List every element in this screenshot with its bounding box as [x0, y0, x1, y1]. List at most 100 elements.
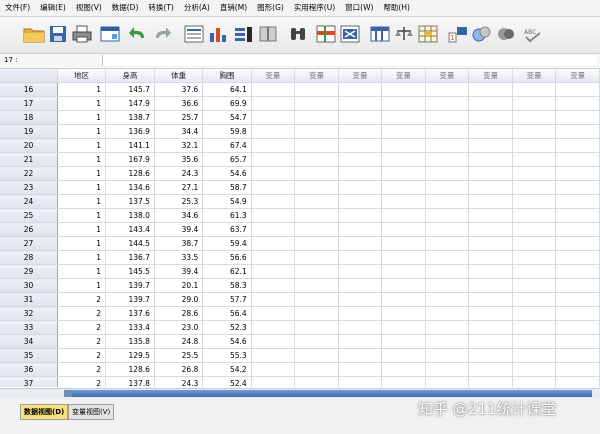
row-header[interactable]: 18 — [0, 110, 59, 125]
empty-cell[interactable] — [381, 320, 426, 335]
empty-cell[interactable] — [381, 278, 426, 293]
empty-cell[interactable] — [512, 250, 557, 265]
data-cell[interactable]: 1 — [57, 250, 106, 265]
row-header[interactable]: 37 — [0, 376, 59, 387]
empty-cell[interactable] — [425, 348, 470, 363]
show-all-variables-icon[interactable] — [494, 23, 518, 45]
empty-cell[interactable] — [251, 292, 296, 307]
empty-cell[interactable] — [425, 166, 470, 181]
find-icon[interactable] — [286, 23, 310, 45]
data-cell[interactable]: 2 — [57, 362, 106, 377]
empty-cell[interactable] — [251, 222, 296, 237]
empty-cell[interactable] — [555, 138, 600, 153]
split-file-icon[interactable] — [368, 23, 392, 45]
empty-cell[interactable] — [338, 250, 383, 265]
data-cell[interactable]: 58.7 — [202, 180, 252, 195]
empty-cell[interactable] — [468, 362, 513, 377]
empty-cell[interactable] — [251, 138, 296, 153]
empty-cell[interactable] — [251, 278, 296, 293]
empty-variable-header[interactable]: 变量 — [381, 69, 426, 83]
insert-variable-icon[interactable] — [338, 23, 362, 45]
empty-cell[interactable] — [468, 124, 513, 139]
empty-cell[interactable] — [338, 334, 383, 349]
data-cell[interactable]: 38.7 — [154, 236, 204, 251]
menu-item[interactable]: 文件(F) — [0, 0, 35, 16]
data-cell[interactable]: 137.5 — [105, 194, 155, 209]
empty-cell[interactable] — [555, 264, 600, 279]
grid-corner[interactable] — [0, 69, 59, 83]
empty-cell[interactable] — [294, 292, 339, 307]
empty-cell[interactable] — [555, 166, 600, 181]
row-header[interactable]: 19 — [0, 124, 59, 139]
data-cell[interactable]: 1 — [57, 138, 106, 153]
row-header[interactable]: 29 — [0, 264, 59, 279]
data-cell[interactable]: 1 — [57, 264, 106, 279]
data-cell[interactable]: 141.1 — [105, 138, 155, 153]
data-cell[interactable]: 67.4 — [202, 138, 252, 153]
empty-cell[interactable] — [555, 362, 600, 377]
data-cell[interactable]: 34.4 — [154, 124, 204, 139]
empty-cell[interactable] — [338, 348, 383, 363]
empty-cell[interactable] — [338, 264, 383, 279]
empty-cell[interactable] — [512, 110, 557, 125]
empty-cell[interactable] — [381, 236, 426, 251]
data-cell[interactable]: 1 — [57, 222, 106, 237]
row-header[interactable]: 28 — [0, 250, 59, 265]
empty-cell[interactable] — [425, 362, 470, 377]
data-cell[interactable]: 167.9 — [105, 152, 155, 167]
empty-cell[interactable] — [338, 82, 383, 97]
data-cell[interactable]: 137.6 — [105, 306, 155, 321]
goto-variable-icon[interactable] — [206, 23, 230, 45]
data-cell[interactable]: 135.8 — [105, 334, 155, 349]
weight-cases-icon[interactable] — [392, 23, 416, 45]
data-cell[interactable]: 24.3 — [154, 166, 204, 181]
empty-cell[interactable] — [512, 320, 557, 335]
data-cell[interactable]: 69.9 — [202, 96, 252, 111]
empty-cell[interactable] — [381, 376, 426, 387]
column-header[interactable]: 身高 — [105, 69, 155, 83]
empty-cell[interactable] — [512, 236, 557, 251]
data-cell[interactable]: 134.6 — [105, 180, 155, 195]
empty-cell[interactable] — [425, 124, 470, 139]
empty-cell[interactable] — [512, 152, 557, 167]
data-cell[interactable]: 61.3 — [202, 208, 252, 223]
empty-cell[interactable] — [338, 278, 383, 293]
empty-cell[interactable] — [425, 138, 470, 153]
empty-cell[interactable] — [294, 208, 339, 223]
data-cell[interactable]: 55.3 — [202, 348, 252, 363]
data-cell[interactable]: 25.7 — [154, 110, 204, 125]
row-header[interactable]: 17 — [0, 96, 59, 111]
empty-cell[interactable] — [512, 180, 557, 195]
empty-cell[interactable] — [468, 194, 513, 209]
menu-item[interactable]: 直销(M) — [215, 0, 252, 16]
data-cell[interactable]: 1 — [57, 166, 106, 181]
data-cell[interactable]: 28.6 — [154, 306, 204, 321]
empty-cell[interactable] — [338, 236, 383, 251]
data-cell[interactable]: 56.6 — [202, 250, 252, 265]
data-cell[interactable]: 36.6 — [154, 96, 204, 111]
data-cell[interactable]: 39.4 — [154, 222, 204, 237]
data-cell[interactable]: 1 — [57, 236, 106, 251]
row-header[interactable]: 22 — [0, 166, 59, 181]
undo-icon[interactable] — [126, 23, 150, 45]
empty-cell[interactable] — [338, 166, 383, 181]
variables-icon[interactable] — [232, 23, 256, 45]
data-cell[interactable]: 27.1 — [154, 180, 204, 195]
empty-cell[interactable] — [555, 96, 600, 111]
empty-cell[interactable] — [512, 264, 557, 279]
data-cell[interactable]: 1 — [57, 180, 106, 195]
menu-item[interactable]: 转换(T) — [143, 0, 178, 16]
data-cell[interactable]: 25.3 — [154, 194, 204, 209]
data-cell[interactable]: 2 — [57, 292, 106, 307]
empty-cell[interactable] — [338, 362, 383, 377]
empty-cell[interactable] — [381, 138, 426, 153]
empty-cell[interactable] — [338, 180, 383, 195]
empty-cell[interactable] — [294, 250, 339, 265]
empty-cell[interactable] — [468, 278, 513, 293]
data-cell[interactable]: 23.0 — [154, 320, 204, 335]
row-header[interactable]: 33 — [0, 320, 59, 335]
empty-cell[interactable] — [425, 82, 470, 97]
data-cell[interactable]: 136.7 — [105, 250, 155, 265]
empty-cell[interactable] — [468, 376, 513, 387]
empty-cell[interactable] — [381, 82, 426, 97]
